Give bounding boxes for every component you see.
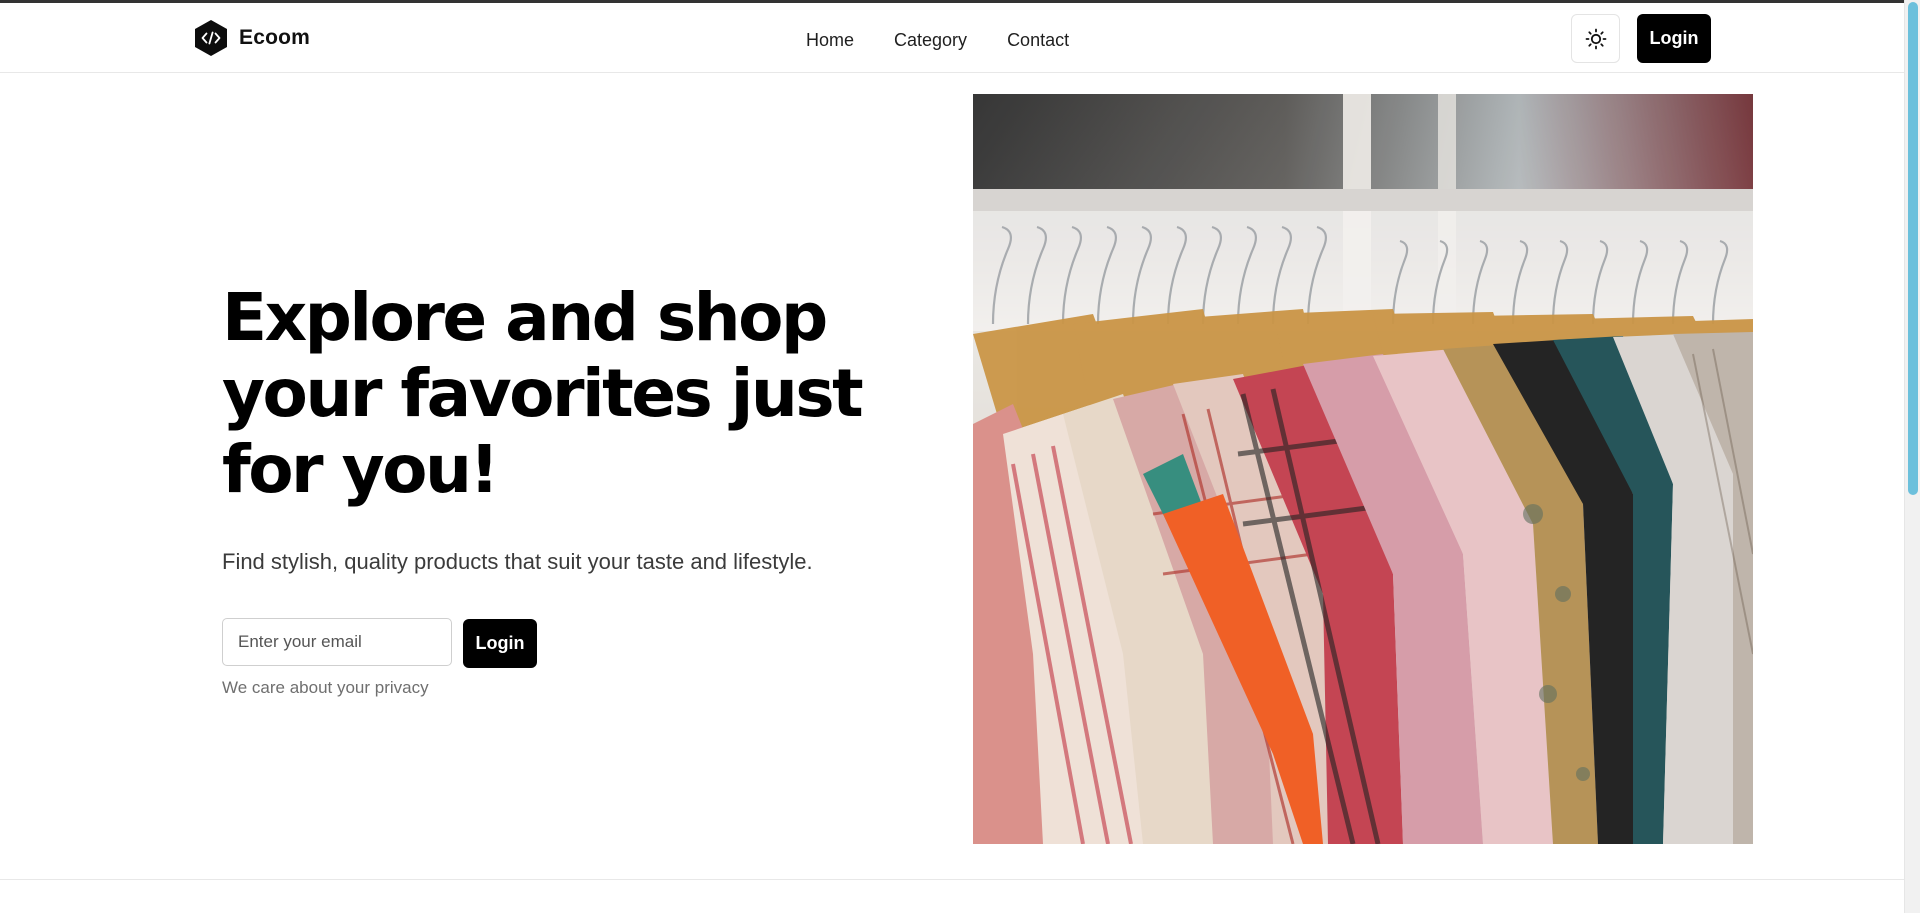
sun-icon [1585,28,1606,49]
clothes-rack-photo [973,94,1753,844]
brand-link[interactable]: Ecoom [193,19,310,57]
nav-link-category[interactable]: Category [894,28,967,52]
brand-name: Ecoom [239,26,311,49]
site-header: Ecoom Home Category Contact Login [0,3,1904,73]
nav-link-contact[interactable]: Contact [1007,28,1069,52]
header-login-button[interactable]: Login [1637,14,1711,63]
privacy-note: We care about your privacy [222,678,429,697]
email-input[interactable] [222,618,452,666]
page-scrollbar[interactable] [1904,0,1920,913]
theme-toggle-button[interactable] [1571,14,1620,63]
hero-login-button[interactable]: Login [463,619,537,668]
section-divider [0,879,1904,880]
code-hexagon-icon [195,20,227,56]
nav-link-home[interactable]: Home [806,28,854,52]
hero-title: Explore and shop your favorites just for… [222,279,864,508]
main-nav: Home Category Contact [806,28,1069,52]
scrollbar-thumb[interactable] [1908,2,1918,495]
hero-subtitle: Find stylish, quality products that suit… [222,549,813,574]
